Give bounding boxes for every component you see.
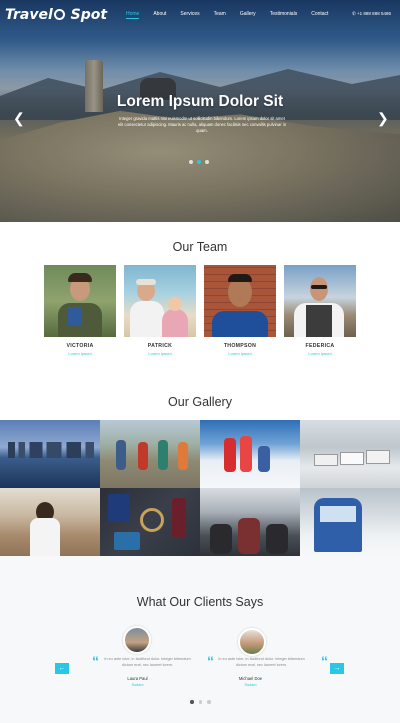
chevron-left-icon[interactable]: ❮ [13,110,25,127]
nav-team[interactable]: Team [214,11,226,19]
quote-icon: “ [92,653,99,669]
client-quote: In eu ante lobe, in faclifond dolor. Int… [104,657,191,667]
gallery-item-hikers-group[interactable] [100,420,200,488]
clients-title: What Our Clients Says [136,595,264,609]
slider-dot-active[interactable] [197,160,201,164]
gallery-item-snow-friends[interactable] [200,420,300,488]
testimonial-dot[interactable] [207,700,211,704]
testimonial-dots [190,700,211,704]
slider-dots [189,160,209,164]
testimonial-dot[interactable] [198,700,202,704]
member-name: VICTORIA [66,343,94,349]
slider-dot[interactable] [189,160,193,164]
team-title: Our Team [172,240,228,254]
gallery-item-city-skyline[interactable] [0,420,100,488]
phone-icon: ✆ [352,11,356,16]
member-photo [44,265,116,337]
gallery-grid [0,420,400,556]
gallery-item-travel-items[interactable] [100,488,200,556]
client-quote: In eu ante lobe, in faclifond dolor. Int… [218,657,305,667]
hero-text: Integer gravida mattis nisi euismodm ut … [117,116,287,133]
member-name: PATRICK [147,343,173,349]
client-avatar [123,626,151,654]
member-photo [124,265,196,337]
quote-icon: “ [321,653,328,669]
team-member[interactable]: PATRICK Lorem Ipsum [124,265,196,356]
testimonials-section [0,556,400,723]
nav-home[interactable]: Home [126,11,140,19]
arrow-right-icon[interactable]: → [330,663,344,674]
site-logo[interactable]: Travel Spot [5,7,107,23]
gallery-item-photographer-girl[interactable] [0,488,100,556]
member-role: Lorem Ipsum [68,351,92,356]
nav-testimonials[interactable]: Testimonials [270,11,298,19]
nav-contact[interactable]: Contact [311,11,328,19]
nav-gallery[interactable]: Gallery [240,11,256,19]
team-member[interactable]: THOMPSON Lorem Ipsum [204,265,276,356]
client-role: Sodam [131,683,144,687]
gallery-item-airplane-cabin[interactable] [200,488,300,556]
testimonial-dot-active[interactable] [190,700,194,704]
team-member[interactable]: VICTORIA Lorem Ipsum [44,265,116,356]
quote-icon: “ [207,653,214,669]
globe-icon [53,9,65,20]
hero-title: Lorem Ipsum Dolor Sit [116,93,284,110]
nav-about[interactable]: About [153,11,166,19]
client-avatar [238,628,266,656]
member-role: Lorem Ipsum [308,351,332,356]
team-member[interactable]: FEDERICA Lorem Ipsum [284,265,356,356]
member-role: Lorem Ipsum [228,351,252,356]
nav-services[interactable]: Services [180,11,199,19]
member-name: FEDERICA [305,343,335,349]
member-photo [204,265,276,337]
gallery-title: Our Gallery [168,395,232,409]
client-name: Laura Paul [127,676,148,681]
phone-contact[interactable]: ✆ +1 888 888 5486 [352,11,391,17]
gallery-item-tram-in-snow[interactable] [300,488,400,556]
client-role: Sodam [244,683,257,687]
gallery-item-street-trams[interactable] [300,420,400,488]
arrow-left-icon[interactable]: ← [55,663,69,674]
member-name: THOMPSON [223,343,257,349]
main-menu: Home About Services Team Gallery Testimo… [126,11,342,19]
member-role: Lorem Ipsum [148,351,172,356]
hero-slider: Travel Spot Home About Services Team Gal… [0,0,400,222]
slider-dot[interactable] [205,160,209,164]
chevron-right-icon[interactable]: ❯ [377,110,389,127]
team-grid: VICTORIA Lorem Ipsum PATRICK Lorem Ipsum… [44,265,356,356]
top-navbar: Travel Spot Home About Services Team Gal… [0,0,400,30]
client-name: Michael Doe [238,676,263,681]
member-photo [284,265,356,337]
